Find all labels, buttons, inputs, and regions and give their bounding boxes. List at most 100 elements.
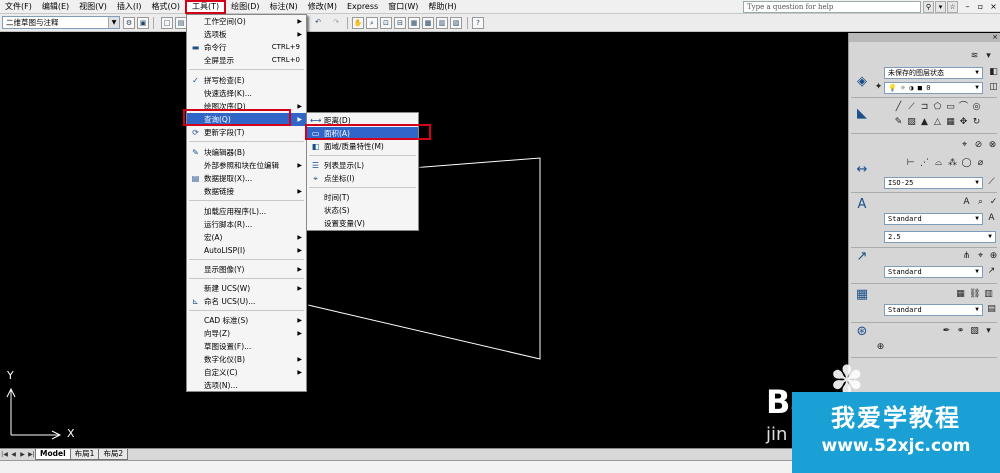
table-style-select[interactable]: Standard ▼	[884, 304, 983, 316]
menu-item-load-application[interactable]: 加载应用程序(L)...	[187, 205, 306, 218]
menu-item-block-editor[interactable]: ✎ 块编辑器(B)	[187, 146, 306, 159]
star-icon[interactable]: ☆	[947, 1, 958, 13]
layer-properties-icon[interactable]: ≋	[969, 51, 980, 62]
diameter-dim-icon[interactable]: ⌀	[975, 158, 986, 169]
layer-select[interactable]: 💡 ☼ ◑ ■ 0 ▼	[884, 82, 983, 94]
menu-item-xref-edit[interactable]: 外部参照和块在位编辑 ▶	[187, 159, 306, 172]
menu-item-named-ucs[interactable]: ⊾ 命名 UCS(U)...	[187, 295, 306, 308]
undo-icon[interactable]: ↶	[312, 17, 324, 29]
menu-item-id-point[interactable]: ⌖ 点坐标(I)	[307, 172, 418, 185]
menu-item-new-ucs[interactable]: 新建 UCS(W) ▶	[187, 282, 306, 295]
tab-layout1[interactable]: 布局1	[69, 449, 100, 460]
menu-item-drafting-settings[interactable]: 草图设置(F)...	[187, 340, 306, 353]
field-icon[interactable]: ▧	[969, 326, 980, 337]
menu-file[interactable]: 文件(F)	[0, 0, 37, 14]
close-icon[interactable]: ×	[988, 1, 999, 12]
menu-item-macro[interactable]: 宏(A) ▶	[187, 231, 306, 244]
menu-item-list[interactable]: ☰ 列表显示(L)	[307, 159, 418, 172]
text-height-select[interactable]: 2.5 ▼	[884, 231, 996, 243]
menu-draw[interactable]: 绘图(D)	[226, 0, 264, 14]
prev-tab-icon[interactable]: ◀	[9, 450, 18, 460]
layer-previous-icon[interactable]: ◫	[988, 82, 999, 93]
workspace-select[interactable]: 二维草图与注释 ▼	[2, 16, 120, 29]
menu-express[interactable]: Express	[342, 0, 383, 14]
properties-icon[interactable]: ▦	[408, 17, 420, 29]
menu-item-tablet[interactable]: 数字化仪(B) ▶	[187, 353, 306, 366]
menu-item-spell-check[interactable]: ✓ 拼写检查(E)	[187, 74, 306, 87]
make-current-icon[interactable]: ✦	[873, 82, 884, 93]
menu-modify[interactable]: 修改(M)	[303, 0, 342, 14]
menu-help[interactable]: 帮助(H)	[423, 0, 461, 14]
menu-item-palettes[interactable]: 选项板 ▶	[187, 28, 306, 41]
help-search-input[interactable]: Type a question for help	[743, 1, 921, 13]
zoom-window-icon[interactable]: ⊡	[380, 17, 392, 29]
first-tab-icon[interactable]: |◀	[0, 450, 9, 460]
radius-dim-icon[interactable]: ◯	[961, 158, 972, 169]
palette-titlebar[interactable]: ×	[849, 33, 1000, 42]
menu-item-customize[interactable]: 自定义(C) ▶	[187, 366, 306, 379]
pan-icon[interactable]: ✋	[352, 17, 364, 29]
add-leader-icon[interactable]: ⋔	[961, 251, 972, 262]
table-extract-icon[interactable]: ▥	[983, 289, 994, 300]
menu-item-command-line[interactable]: ▬ 命令行 CTRL+9	[187, 41, 306, 54]
menu-item-data-extraction[interactable]: ▤ 数据提取(X)...	[187, 172, 306, 185]
menu-window[interactable]: 窗口(W)	[383, 0, 423, 14]
menu-view[interactable]: 视图(V)	[74, 0, 112, 14]
line-icon[interactable]: ╱	[893, 102, 904, 113]
menu-item-wizards[interactable]: 向导(Z) ▶	[187, 327, 306, 340]
dim-style-manager-icon[interactable]: ⟋	[986, 177, 997, 188]
menu-item-status[interactable]: 状态(S)	[307, 204, 418, 217]
menu-item-cad-standards[interactable]: CAD 标准(S) ▶	[187, 314, 306, 327]
design-center-icon[interactable]: ▩	[422, 17, 434, 29]
tool-palettes-icon[interactable]: ▥	[436, 17, 448, 29]
aligned-dim-icon[interactable]: ⋰	[919, 158, 930, 169]
next-tab-icon[interactable]: ▶	[18, 450, 27, 460]
boundary-icon[interactable]: △	[932, 117, 943, 128]
layer-states-icon[interactable]: ▾	[983, 51, 994, 62]
menu-item-options[interactable]: 选项(N)...	[187, 379, 306, 392]
spline-icon[interactable]: ✎	[893, 117, 904, 128]
layer-state-select[interactable]: 未保存的图层状态 ▼	[884, 67, 983, 79]
tab-layout2[interactable]: 布局2	[98, 449, 129, 460]
menu-edit[interactable]: 编辑(E)	[37, 0, 74, 14]
calculator-icon[interactable]: ▧	[450, 17, 462, 29]
move-icon[interactable]: ✥	[958, 117, 969, 128]
text-style-select[interactable]: Standard ▼	[884, 213, 983, 225]
redo-icon[interactable]: ↷	[330, 17, 342, 29]
spell-check-icon[interactable]: ✓	[988, 197, 999, 208]
find-text-icon[interactable]: ⌕	[975, 197, 986, 208]
close-icon[interactable]: ×	[992, 33, 998, 42]
dim-update-icon[interactable]: ⊗	[987, 140, 998, 151]
menu-item-quick-select[interactable]: 快速选择(K)...	[187, 87, 306, 100]
hatch-icon[interactable]: ▨	[906, 117, 917, 128]
link-icon[interactable]: ⚭	[955, 326, 966, 337]
chevron-down-icon[interactable]: ▾	[983, 326, 994, 337]
chevron-down-icon[interactable]: ▾	[935, 1, 946, 13]
menu-item-fullscreen[interactable]: 全屏显示 CTRL+0	[187, 54, 306, 67]
menu-item-mass-properties[interactable]: ◧ 面域/质量特性(M)	[307, 140, 418, 153]
menu-format[interactable]: 格式(O)	[146, 0, 185, 14]
arc-icon[interactable]: ⌒	[958, 102, 969, 113]
menu-insert[interactable]: 插入(I)	[112, 0, 147, 14]
menu-item-workspaces[interactable]: 工作空间(O) ▶	[187, 15, 306, 28]
multiline-text-icon[interactable]: A	[961, 197, 972, 208]
layer-state-manager-icon[interactable]: ◧	[988, 67, 999, 78]
restore-icon[interactable]: ▫	[975, 1, 986, 12]
dim-style-select[interactable]: ISO-25 ▼	[884, 177, 983, 189]
arc-length-icon[interactable]: ⌓	[933, 158, 944, 169]
linear-dim-icon[interactable]: ⊢	[905, 158, 916, 169]
zoom-realtime-icon[interactable]: ⌕	[366, 17, 378, 29]
mleader-style-select[interactable]: Standard ▼	[884, 266, 983, 278]
workspace-settings-icon[interactable]: ⚙	[123, 17, 135, 29]
tab-model[interactable]: Model	[35, 449, 71, 460]
pen-icon[interactable]: ✒	[941, 326, 952, 337]
menu-item-autolisp[interactable]: AutoLISP(I) ▶	[187, 244, 306, 257]
menu-item-run-script[interactable]: 运行脚本(R)...	[187, 218, 306, 231]
menu-item-display-image[interactable]: 显示图像(Y) ▶	[187, 263, 306, 276]
rectangle-icon[interactable]: ▭	[945, 102, 956, 113]
menu-item-update-fields[interactable]: ⟳ 更新字段(T)	[187, 126, 306, 139]
table-link-icon[interactable]: ⛓	[969, 289, 980, 300]
add-icon[interactable]: ⊕	[875, 342, 886, 353]
rotate-icon[interactable]: ↻	[971, 117, 982, 128]
circle-icon[interactable]: ◎	[971, 102, 982, 113]
